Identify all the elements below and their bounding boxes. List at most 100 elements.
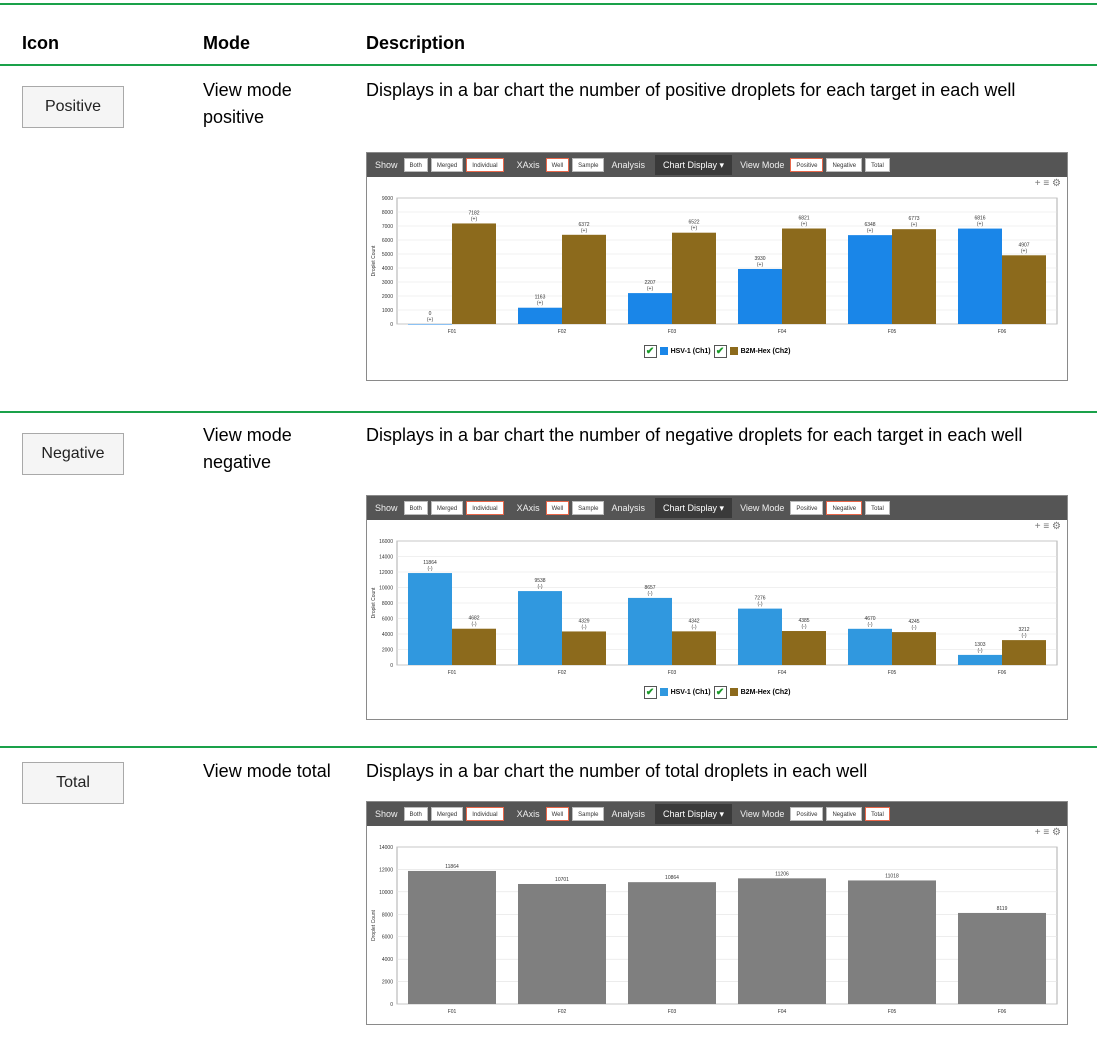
y-tick-label: 2000 [382, 294, 393, 300]
bar-chart-positive: 0 1000 2000 3000 4000 5000 6000 7000 8000 9000 Dro… [371, 196, 1058, 335]
bar [958, 654, 1002, 665]
b2m-swatch [729, 347, 738, 355]
well-button[interactable]: Well [545, 158, 570, 172]
data-sublabel: (-) [802, 624, 807, 630]
bar [848, 628, 892, 665]
data-sublabel: (-) [648, 591, 653, 597]
both-button[interactable]: Both [403, 807, 428, 821]
chart-tools[interactable]: + ≡ ⚙ [367, 177, 1067, 190]
data-sublabel: (+) [471, 216, 478, 222]
well-button[interactable]: Well [545, 807, 570, 821]
data-sublabel: (-) [1022, 633, 1027, 639]
show-label: Show [375, 160, 398, 170]
chart-legend: ✔ HSV-1 (Ch1) ✔ B2M-Hex (Ch2) [367, 342, 1067, 360]
x-tick-label: F02 [558, 1009, 567, 1015]
individual-button[interactable]: Individual [466, 807, 504, 821]
individual-button[interactable]: Individual [466, 501, 504, 515]
description-total: Displays in a bar chart the number of to… [366, 761, 868, 781]
y-tick-label: 3000 [382, 280, 393, 286]
xaxis-label: XAxis [516, 160, 540, 170]
x-tick-label: F03 [668, 670, 677, 676]
legend-b2m: B2M-Hex (Ch2) [740, 347, 791, 355]
header-description: Description [366, 33, 466, 53]
y-tick-label: 6000 [382, 935, 393, 941]
positive-mode-button[interactable]: Positive [790, 501, 824, 515]
x-tick-label: F01 [448, 670, 457, 676]
y-tick-label: 4000 [382, 632, 393, 638]
bar [782, 228, 826, 324]
analysis-label: Analysis [611, 503, 645, 513]
positive-button[interactable]: Positive [22, 86, 124, 128]
x-tick-label: F04 [778, 670, 787, 676]
y-tick-label: 8000 [382, 601, 393, 607]
top-rule [0, 3, 1097, 5]
b2m-checkbox[interactable]: ✔ [713, 344, 727, 358]
header-icon: Icon [22, 33, 60, 53]
data-label: 11206 [775, 871, 789, 877]
total-mode-button[interactable]: Total [865, 501, 890, 515]
chart-tools[interactable]: + ≡ ⚙ [367, 520, 1067, 533]
merged-button[interactable]: Merged [430, 501, 464, 515]
y-tick-label: 4000 [382, 266, 393, 272]
bar [738, 608, 782, 665]
data-sublabel: (-) [758, 602, 763, 608]
header-rule [0, 64, 1097, 66]
row-rule-2 [0, 746, 1097, 748]
x-tick-label: F06 [998, 329, 1007, 335]
well-button[interactable]: Well [545, 501, 570, 515]
sample-button[interactable]: Sample [572, 501, 605, 515]
x-tick-label: F06 [998, 1009, 1007, 1015]
bar [672, 631, 716, 665]
merged-button[interactable]: Merged [430, 807, 464, 821]
bar [518, 883, 606, 1004]
chart-toolbar: Show Both Merged Individual XAxis Well S… [367, 496, 1067, 520]
x-tick-label: F03 [668, 329, 677, 335]
x-tick-label: F04 [778, 1009, 787, 1015]
chart-tools[interactable]: + ≡ ⚙ [367, 826, 1067, 839]
bar [408, 324, 452, 325]
y-tick-label: 12000 [379, 570, 393, 576]
bar [958, 912, 1046, 1004]
data-sublabel: (+) [427, 317, 434, 323]
both-button[interactable]: Both [403, 501, 428, 515]
bar [408, 870, 496, 1004]
individual-button[interactable]: Individual [466, 158, 504, 172]
y-tick-label: 10000 [379, 586, 393, 592]
b2m-swatch [729, 688, 738, 696]
y-tick-label: 7000 [382, 224, 393, 230]
sample-button[interactable]: Sample [572, 807, 605, 821]
hsv-checkbox[interactable]: ✔ [643, 344, 657, 358]
both-button[interactable]: Both [403, 158, 428, 172]
b2m-checkbox[interactable]: ✔ [713, 685, 727, 699]
sample-button[interactable]: Sample [572, 158, 605, 172]
bar [628, 597, 672, 665]
negative-button[interactable]: Negative [22, 433, 124, 475]
data-sublabel: (-) [538, 584, 543, 590]
positive-mode-button[interactable]: Positive [790, 807, 824, 821]
data-sublabel: (-) [582, 624, 587, 630]
total-mode-button[interactable]: Total [865, 807, 890, 821]
chart-display-dropdown[interactable]: Chart Display ▾ [655, 498, 733, 518]
data-sublabel: (+) [911, 222, 918, 228]
positive-mode-button[interactable]: Positive [790, 158, 824, 172]
total-mode-button[interactable]: Total [865, 158, 890, 172]
negative-mode-button[interactable]: Negative [826, 158, 863, 172]
merged-button[interactable]: Merged [430, 158, 464, 172]
bar [782, 631, 826, 665]
legend-hsv: HSV-1 (Ch1) [670, 347, 711, 355]
x-tick-label: F05 [888, 670, 897, 676]
hsv-checkbox[interactable]: ✔ [643, 685, 657, 699]
x-tick-label: F03 [668, 1009, 677, 1015]
bar [848, 880, 936, 1004]
total-button[interactable]: Total [22, 762, 124, 804]
negative-mode-button[interactable]: Negative [826, 501, 863, 515]
analysis-label: Analysis [611, 160, 645, 170]
chart-display-dropdown[interactable]: Chart Display ▾ [655, 804, 733, 824]
data-sublabel: (-) [868, 622, 873, 628]
chart-toolbar: Show Both Merged Individual XAxis Well S… [367, 802, 1067, 826]
negative-mode-button[interactable]: Negative [826, 807, 863, 821]
y-tick-label: 5000 [382, 252, 393, 258]
bar [628, 882, 716, 1004]
x-tick-label: F01 [448, 1009, 457, 1015]
chart-display-dropdown[interactable]: Chart Display ▾ [655, 155, 733, 175]
